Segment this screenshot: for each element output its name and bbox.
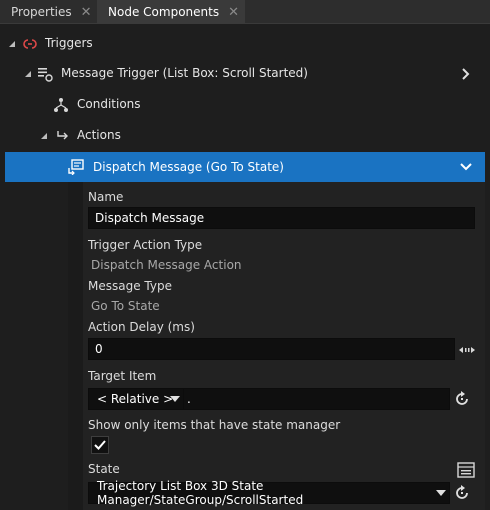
- tab-properties-label: Properties: [11, 5, 72, 19]
- message-trigger-icon: [38, 68, 53, 82]
- state-label: State: [88, 462, 120, 476]
- action-delay-input[interactable]: 0: [88, 338, 455, 360]
- tree-row-triggers[interactable]: Triggers: [0, 29, 490, 59]
- trigger-action-type-value: Dispatch Message Action: [91, 258, 242, 272]
- tree-row-label: Triggers: [45, 36, 93, 50]
- tree-row-label: Dispatch Message (Go To State): [93, 160, 284, 174]
- conditions-icon: [54, 98, 68, 112]
- action-delay-value: 0: [95, 342, 103, 356]
- target-item-label: Target Item: [88, 369, 157, 383]
- state-value: Trajectory List Box 3D State Manager/Sta…: [97, 479, 304, 507]
- show-only-label: Show only items that have state manager: [88, 418, 341, 432]
- indent-guide: [68, 182, 83, 510]
- trigger-action-type-label: Trigger Action Type: [88, 238, 203, 252]
- dispatch-message-icon: [68, 159, 84, 175]
- tree-row-label: Conditions: [77, 97, 141, 111]
- tree-row-conditions[interactable]: Conditions: [0, 90, 490, 120]
- tree-row-actions[interactable]: Actions: [0, 121, 490, 151]
- target-item-path-input[interactable]: .: [183, 388, 450, 410]
- tree-row-message-trigger[interactable]: Message Trigger (List Box: Scroll Starte…: [0, 59, 490, 89]
- tree-row-label: Actions: [77, 128, 121, 142]
- action-delay-label: Action Delay (ms): [88, 320, 195, 334]
- drag-value-icon[interactable]: [458, 342, 476, 358]
- target-item-path-value: .: [187, 392, 191, 406]
- message-type-label: Message Type: [88, 279, 172, 293]
- reset-icon[interactable]: [454, 391, 470, 407]
- name-input-value: Dispatch Message: [95, 211, 205, 225]
- tab-properties[interactable]: Properties ✕: [0, 0, 97, 24]
- close-icon[interactable]: ✕: [81, 6, 92, 19]
- chevron-down-icon[interactable]: [460, 161, 472, 173]
- target-item-mode-dropdown[interactable]: < Relative >: [88, 388, 185, 410]
- show-only-checkbox[interactable]: [91, 436, 109, 454]
- target-item-mode-value: < Relative >: [97, 392, 174, 406]
- tab-strip: Properties ✕ Node Components ✕: [0, 0, 490, 24]
- tab-node-components[interactable]: Node Components ✕: [97, 0, 245, 24]
- tree-row-dispatch-message[interactable]: Dispatch Message (Go To State): [5, 152, 485, 182]
- state-manager-icon[interactable]: [457, 462, 475, 478]
- reset-icon[interactable]: [454, 485, 470, 501]
- trigger-icon: [23, 39, 37, 49]
- close-icon[interactable]: ✕: [228, 6, 239, 19]
- chevron-down-icon: [436, 490, 446, 496]
- message-type-value: Go To State: [91, 299, 160, 313]
- actions-icon: [57, 131, 68, 140]
- checkmark-icon: [94, 440, 106, 450]
- name-label: Name: [88, 190, 124, 204]
- state-dropdown[interactable]: Trajectory List Box 3D State Manager/Sta…: [88, 479, 450, 507]
- tab-node-components-label: Node Components: [108, 5, 220, 19]
- chevron-right-icon[interactable]: [460, 68, 472, 80]
- chevron-down-icon: [170, 396, 180, 402]
- expand-arrow-icon[interactable]: [40, 132, 48, 140]
- expand-arrow-icon[interactable]: [24, 70, 32, 78]
- expand-arrow-icon[interactable]: [8, 40, 16, 48]
- tree-row-label: Message Trigger (List Box: Scroll Starte…: [61, 66, 308, 80]
- name-input[interactable]: Dispatch Message: [88, 207, 475, 229]
